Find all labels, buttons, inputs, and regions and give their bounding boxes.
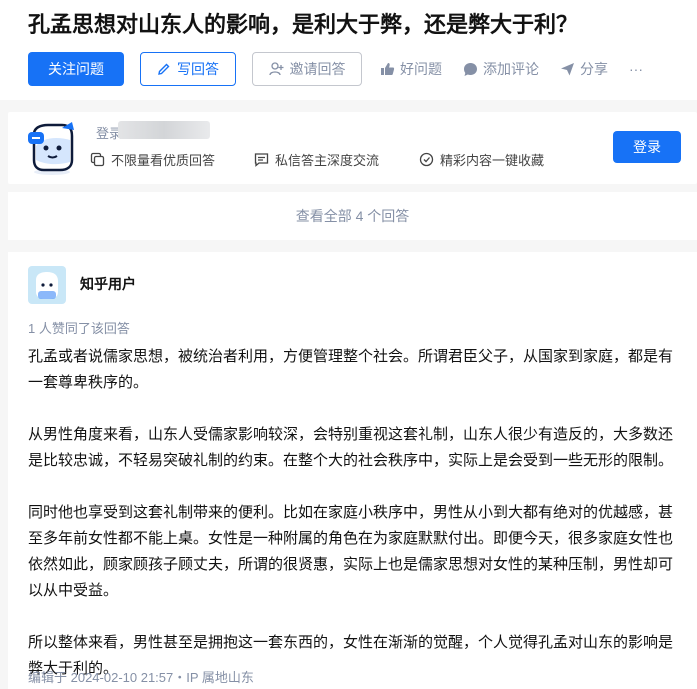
invite-answer-label: 邀请回答 [289,61,346,77]
view-all-answers-button[interactable]: 查看全部 4 个回答 [8,192,697,240]
follow-question-button[interactable]: 关注问题 [28,52,124,86]
answer-card: 知乎用户 1 人赞同了该回答 孔孟或者说儒家思想，被统治者利用，方便管理整个社会… [8,252,697,689]
write-answer-button[interactable]: 写回答 [140,52,236,86]
question-title: 孔孟思想对山东人的影响，是利大于弊，还是弊大于利？ [28,12,579,37]
login-button-label: 登录 [633,139,661,155]
answer-paragraph: 从男性角度来看，山东人受儒家影响较深，会特别重视这套礼制，山东人很少有造反的，大… [28,426,674,469]
invite-user-icon [268,62,284,76]
invite-answer-button[interactable]: 邀请回答 [252,52,362,86]
blurred-username [118,121,210,139]
feature-collect-label: 精彩内容一键收藏 [440,153,545,168]
feature-unlimited-label: 不限量看优质回答 [111,153,216,168]
feature-collect: 精彩内容一键收藏 [419,150,544,169]
collect-icon [419,152,434,167]
more-options-button[interactable]: ··· [629,52,643,86]
message-icon [254,152,269,167]
view-all-answers-label: 查看全部 4 个回答 [295,208,410,224]
share-label: 分享 [580,61,608,77]
add-comment-label: 添加评论 [483,61,539,77]
login-button[interactable]: 登录 [613,131,681,163]
login-banner: 登录 不限量看优质回答 私信答主深度交流 精彩内容一键收藏 登录 [8,112,697,184]
thumbs-up-icon [380,62,395,76]
feature-private-message: 私信答主深度交流 [254,150,379,169]
comment-icon [463,62,478,77]
answer-content: 孔孟或者说儒家思想，被统治者利用，方便管理整个社会。所谓君臣父子，从国家到家庭，… [28,344,676,682]
copy-icon [90,152,105,167]
write-answer-label: 写回答 [177,61,219,77]
avatar[interactable] [28,266,66,304]
feature-unlimited-answers: 不限量看优质回答 [90,150,215,169]
more-options-label: ··· [629,61,643,77]
zhihu-mascot-icon [26,120,78,176]
share-button[interactable]: 分享 [560,52,608,86]
question-header: 孔孟思想对山东人的影响，是利大于弊，还是弊大于利？ 关注问题 写回答 邀请回答 … [0,0,697,100]
good-question-button[interactable]: 好问题 [380,52,442,86]
answer-paragraph: 同时他也享受到这套礼制带来的便利。比如在家庭小秩序中，男性从小到大都有绝对的优越… [28,504,674,599]
vote-count-text: 1 人赞同了该回答 [28,321,130,336]
answer-paragraph: 孔孟或者说儒家思想，被统治者利用，方便管理整个社会。所谓君臣父子，从国家到家庭，… [28,348,674,391]
feature-private-label: 私信答主深度交流 [275,153,380,168]
add-comment-button[interactable]: 添加评论 [463,52,539,86]
good-question-label: 好问题 [400,61,442,77]
follow-question-label: 关注问题 [48,61,104,77]
edit-timestamp: 编辑于 2024-02-10 21:57・IP 属地山东 [28,670,254,685]
share-icon [560,62,575,76]
answer-author-name[interactable]: 知乎用户 [80,274,136,294]
pen-icon [157,62,171,76]
